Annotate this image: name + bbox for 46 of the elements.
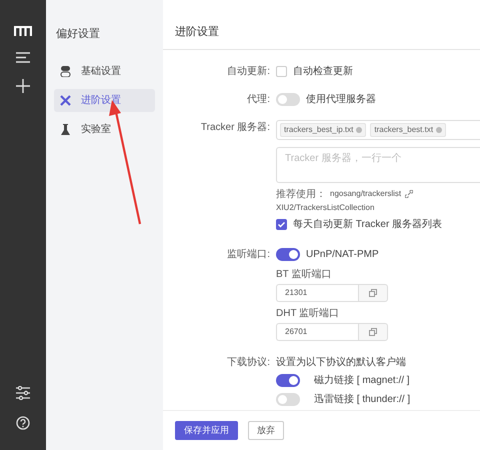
toggle-switch[interactable] (276, 393, 300, 406)
add-icon[interactable] (16, 79, 30, 93)
discard-button[interactable]: 放弃 (248, 420, 284, 440)
save-button[interactable]: 保存并应用 (175, 420, 238, 440)
field-label: 自动更新: (226, 64, 270, 78)
logo-icon (14, 26, 32, 36)
tag: trackers_best_ip.txt (280, 122, 366, 136)
copy-icon (369, 328, 377, 336)
option-label: 使用代理服务器 (306, 93, 376, 107)
tracker-link[interactable]: XIU2/TrackersListCollection (276, 202, 374, 214)
checkbox[interactable] (276, 219, 287, 230)
sidebar-item[interactable]: 进阶设置 (54, 88, 155, 112)
settings-icon[interactable] (16, 386, 30, 400)
option-label: 每天自动更新 Tracker 服务器列表 (293, 218, 442, 232)
field-label: 代理: (246, 92, 270, 106)
tracker-textarea[interactable]: Tracker 服务器，一行一个 (276, 146, 480, 182)
option-label: 迅雷链接 [ thunder:// ] (314, 392, 410, 407)
flask-icon (60, 124, 71, 134)
field-label: Tracker 服务器: (200, 120, 270, 134)
toggle-switch[interactable] (276, 93, 300, 106)
toggle-icon (60, 66, 71, 76)
sidebar-item[interactable]: 基础设置 (54, 60, 155, 82)
link-icon (405, 190, 414, 198)
recommend-label: 推荐使用： (276, 188, 326, 202)
option-label: 自动检查更新 (293, 64, 353, 79)
field-label: 下载协议: (226, 356, 270, 370)
port-field[interactable]: 26701 (276, 322, 358, 340)
sidebar-item[interactable]: 实验室 (54, 118, 155, 140)
copy-button[interactable] (358, 322, 388, 340)
hint-text: 设置为以下协议的默认客户端 (276, 356, 407, 370)
toggle-switch[interactable] (276, 374, 300, 387)
field-label: DHT 监听端口 (276, 306, 340, 320)
help-icon[interactable] (16, 416, 30, 430)
menu-icon[interactable] (16, 52, 30, 63)
copy-button[interactable] (358, 284, 388, 302)
toggle-switch[interactable] (276, 248, 300, 261)
copy-icon (369, 288, 377, 296)
field-label: 监听端口: (226, 248, 270, 262)
tracker-link[interactable]: ngosang/trackerslist (330, 188, 402, 200)
tag: trackers_best.txt (370, 122, 446, 136)
option-label: UPnP/NAT-PMP (306, 248, 379, 262)
sidebar-title: 偏好设置 (56, 27, 101, 42)
port-field[interactable]: 21301 (276, 284, 358, 302)
page-title: 进阶设置 (163, 0, 480, 50)
field-label: BT 监听端口 (276, 268, 332, 282)
option-label: 磁力链接 [ magnet:// ] (314, 374, 410, 388)
